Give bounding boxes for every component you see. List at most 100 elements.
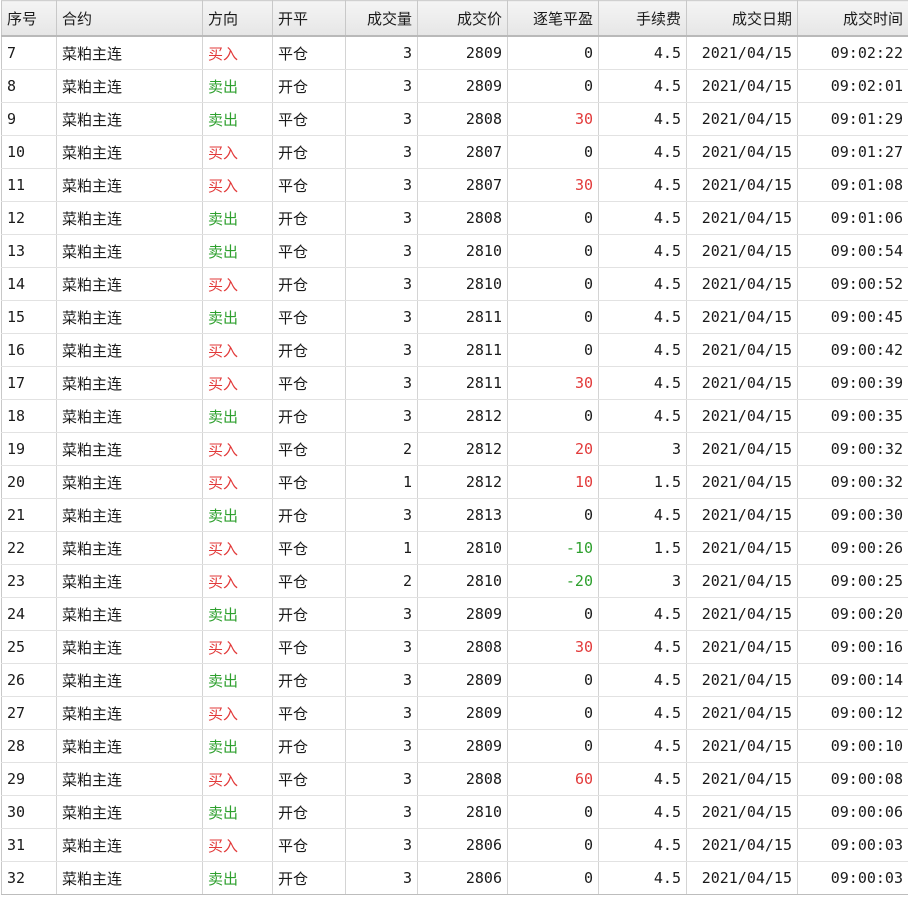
cell-pnl: 0 [507, 267, 599, 301]
cell-offset: 开仓 [272, 69, 346, 103]
column-header-offset[interactable]: 开平 [272, 0, 346, 37]
cell-volume: 3 [345, 36, 418, 70]
column-header-date[interactable]: 成交日期 [686, 0, 798, 37]
table-row[interactable]: 17 菜粕主连 买入 平仓 3 2811 30 4.5 2021/04/15 09:00:39 [1, 366, 908, 400]
table-row[interactable]: 7 菜粕主连 买入 平仓 3 2809 0 4.5 2021/04/15 09:02:22 [1, 36, 908, 70]
cell-fee: 4.5 [598, 729, 687, 763]
cell-seq: 16 [1, 333, 57, 367]
table-row[interactable]: 22 菜粕主连 买入 平仓 1 2810 -10 1.5 2021/04/15 09:00:26 [1, 531, 908, 565]
cell-pnl: -10 [507, 531, 599, 565]
table-row[interactable]: 13 菜粕主连 卖出 平仓 3 2810 0 4.5 2021/04/15 09:00:54 [1, 234, 908, 268]
cell-fee: 4.5 [598, 102, 687, 136]
cell-price: 2813 [417, 498, 508, 532]
cell-contract: 菜粕主连 [56, 630, 203, 664]
cell-offset: 平仓 [272, 564, 346, 598]
cell-fee: 4.5 [598, 597, 687, 631]
cell-volume: 3 [345, 267, 418, 301]
cell-date: 2021/04/15 [686, 597, 798, 631]
column-header-time[interactable]: 成交时间 [797, 0, 908, 37]
cell-price: 2810 [417, 531, 508, 565]
cell-fee: 4.5 [598, 135, 687, 169]
table-row[interactable]: 14 菜粕主连 买入 开仓 3 2810 0 4.5 2021/04/15 09:00:52 [1, 267, 908, 301]
table-row[interactable]: 9 菜粕主连 卖出 平仓 3 2808 30 4.5 2021/04/15 09:01:29 [1, 102, 908, 136]
column-header-volume[interactable]: 成交量 [345, 0, 418, 37]
cell-offset: 开仓 [272, 135, 346, 169]
cell-seq: 7 [1, 36, 57, 70]
column-header-fee[interactable]: 手续费 [598, 0, 687, 37]
table-row[interactable]: 10 菜粕主连 买入 开仓 3 2807 0 4.5 2021/04/15 09:01:27 [1, 135, 908, 169]
cell-fee: 4.5 [598, 300, 687, 334]
cell-seq: 23 [1, 564, 57, 598]
table-row[interactable]: 8 菜粕主连 卖出 开仓 3 2809 0 4.5 2021/04/15 09:02:01 [1, 69, 908, 103]
cell-time: 09:02:22 [797, 36, 908, 70]
table-row[interactable]: 15 菜粕主连 卖出 平仓 3 2811 0 4.5 2021/04/15 09:00:45 [1, 300, 908, 334]
cell-price: 2810 [417, 267, 508, 301]
table-row[interactable]: 23 菜粕主连 买入 平仓 2 2810 -20 3 2021/04/15 09:00:25 [1, 564, 908, 598]
cell-seq: 24 [1, 597, 57, 631]
table-row[interactable]: 11 菜粕主连 买入 平仓 3 2807 30 4.5 2021/04/15 09:01:08 [1, 168, 908, 202]
cell-price: 2811 [417, 300, 508, 334]
cell-pnl: 0 [507, 399, 599, 433]
table-row[interactable]: 16 菜粕主连 买入 开仓 3 2811 0 4.5 2021/04/15 09:00:42 [1, 333, 908, 367]
cell-offset: 开仓 [272, 333, 346, 367]
cell-volume: 3 [345, 762, 418, 796]
table-row[interactable]: 21 菜粕主连 卖出 开仓 3 2813 0 4.5 2021/04/15 09:00:30 [1, 498, 908, 532]
cell-offset: 开仓 [272, 597, 346, 631]
cell-time: 09:01:29 [797, 102, 908, 136]
table-row[interactable]: 19 菜粕主连 买入 平仓 2 2812 20 3 2021/04/15 09:00:32 [1, 432, 908, 466]
header-row: 序号 合约 方向 开平 成交量 成交价 逐笔平盈 手续费 成交日期 成交时间 [1, 0, 908, 37]
cell-pnl: 20 [507, 432, 599, 466]
cell-volume: 3 [345, 300, 418, 334]
cell-offset: 开仓 [272, 201, 346, 235]
column-header-pnl[interactable]: 逐笔平盈 [507, 0, 599, 37]
column-header-contract[interactable]: 合约 [56, 0, 203, 37]
table-row[interactable]: 32 菜粕主连 卖出 开仓 3 2806 0 4.5 2021/04/15 09:00:03 [1, 861, 908, 895]
cell-price: 2809 [417, 663, 508, 697]
cell-seq: 10 [1, 135, 57, 169]
cell-time: 09:00:03 [797, 861, 908, 895]
cell-contract: 菜粕主连 [56, 267, 203, 301]
cell-direction: 买入 [202, 465, 273, 499]
cell-offset: 开仓 [272, 399, 346, 433]
trade-records-grid: 序号 合约 方向 开平 成交量 成交价 逐笔平盈 手续费 成交日期 成交时间 7… [0, 0, 908, 898]
table-row[interactable]: 28 菜粕主连 卖出 开仓 3 2809 0 4.5 2021/04/15 09:00:10 [1, 729, 908, 763]
cell-price: 2808 [417, 102, 508, 136]
cell-offset: 开仓 [272, 729, 346, 763]
column-header-price[interactable]: 成交价 [417, 0, 508, 37]
column-header-seq[interactable]: 序号 [1, 0, 57, 37]
table-row[interactable]: 27 菜粕主连 买入 平仓 3 2809 0 4.5 2021/04/15 09:00:12 [1, 696, 908, 730]
cell-volume: 3 [345, 168, 418, 202]
cell-time: 09:00:26 [797, 531, 908, 565]
table-row[interactable]: 20 菜粕主连 买入 平仓 1 2812 10 1.5 2021/04/15 09:00:32 [1, 465, 908, 499]
cell-direction: 买入 [202, 333, 273, 367]
cell-price: 2810 [417, 564, 508, 598]
cell-offset: 平仓 [272, 531, 346, 565]
trade-records-table: 序号 合约 方向 开平 成交量 成交价 逐笔平盈 手续费 成交日期 成交时间 7… [1, 0, 908, 895]
cell-volume: 3 [345, 696, 418, 730]
cell-date: 2021/04/15 [686, 300, 798, 334]
table-row[interactable]: 31 菜粕主连 买入 平仓 3 2806 0 4.5 2021/04/15 09:00:03 [1, 828, 908, 862]
column-header-direction[interactable]: 方向 [202, 0, 273, 37]
table-row[interactable]: 18 菜粕主连 卖出 开仓 3 2812 0 4.5 2021/04/15 09:00:35 [1, 399, 908, 433]
cell-contract: 菜粕主连 [56, 663, 203, 697]
table-row[interactable]: 26 菜粕主连 卖出 开仓 3 2809 0 4.5 2021/04/15 09:00:14 [1, 663, 908, 697]
cell-price: 2811 [417, 366, 508, 400]
table-row[interactable]: 24 菜粕主连 卖出 开仓 3 2809 0 4.5 2021/04/15 09:00:20 [1, 597, 908, 631]
cell-date: 2021/04/15 [686, 663, 798, 697]
cell-date: 2021/04/15 [686, 762, 798, 796]
table-row[interactable]: 29 菜粕主连 买入 平仓 3 2808 60 4.5 2021/04/15 09:00:08 [1, 762, 908, 796]
cell-time: 09:00:45 [797, 300, 908, 334]
cell-volume: 3 [345, 861, 418, 895]
table-row[interactable]: 25 菜粕主连 买入 平仓 3 2808 30 4.5 2021/04/15 09:00:16 [1, 630, 908, 664]
cell-time: 09:00:35 [797, 399, 908, 433]
cell-volume: 2 [345, 432, 418, 466]
cell-pnl: 0 [507, 828, 599, 862]
cell-contract: 菜粕主连 [56, 102, 203, 136]
table-row[interactable]: 12 菜粕主连 卖出 开仓 3 2808 0 4.5 2021/04/15 09:01:06 [1, 201, 908, 235]
cell-date: 2021/04/15 [686, 234, 798, 268]
table-row[interactable]: 30 菜粕主连 卖出 开仓 3 2810 0 4.5 2021/04/15 09:00:06 [1, 795, 908, 829]
cell-contract: 菜粕主连 [56, 201, 203, 235]
cell-price: 2808 [417, 630, 508, 664]
cell-contract: 菜粕主连 [56, 69, 203, 103]
cell-offset: 开仓 [272, 663, 346, 697]
